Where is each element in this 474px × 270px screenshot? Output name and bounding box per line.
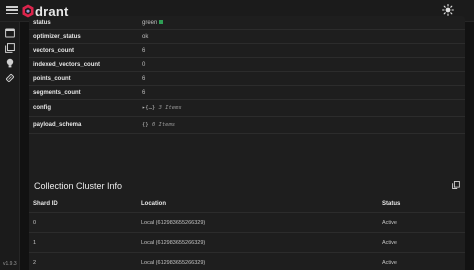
info-row-optimizer-status: optimizer_status ok: [29, 30, 465, 44]
shard-location: Local (612983655266329): [141, 220, 206, 226]
tutorial-icon[interactable]: [5, 58, 15, 68]
payload-schema-json[interactable]: {} 0 Items: [142, 122, 175, 128]
menu-icon[interactable]: [6, 4, 18, 16]
info-row-vectors-count: vectors_count 6: [29, 44, 465, 58]
table-row: 2 Local (612983655266329) Active: [29, 253, 465, 270]
card-title: Collection Cluster Info: [34, 181, 123, 191]
config-json-toggle[interactable]: ▸{…} 3 Items: [142, 105, 182, 111]
sun-icon[interactable]: [442, 4, 454, 16]
json-item-count: 3 Items: [158, 105, 182, 111]
json-collapsed-object: ▸{…}: [142, 105, 156, 111]
table-row: 0 Local (612983655266329) Active: [29, 213, 465, 233]
column-header-shard-id: Shard ID: [33, 201, 58, 207]
json-item-count: 0 Items: [151, 122, 176, 128]
shard-location: Local (612983655266329): [141, 240, 206, 246]
info-row-points-count: points_count 6: [29, 72, 465, 86]
info-row-payload-schema: payload_schema {} 0 Items: [29, 117, 465, 134]
datasets-icon[interactable]: [5, 73, 15, 83]
info-value: 0: [142, 62, 146, 68]
info-key: payload_schema: [33, 122, 82, 128]
version-label: v1.9.3: [3, 261, 17, 267]
shard-id: 1: [33, 240, 37, 246]
shard-id: 0: [33, 220, 37, 226]
console-icon[interactable]: [5, 28, 15, 38]
status-green-dot: [159, 20, 164, 25]
collections-icon[interactable]: [5, 43, 15, 53]
sidebar: v1.9.3: [0, 22, 20, 270]
json-empty-object: {}: [142, 122, 149, 128]
info-key: optimizer_status: [33, 34, 81, 40]
info-value: ok: [142, 34, 149, 40]
shard-id: 2: [33, 260, 37, 266]
info-key: config: [33, 105, 51, 111]
info-key: segments_count: [33, 90, 81, 96]
info-value: green: [142, 20, 164, 26]
shard-location: Local (612983655266329): [141, 260, 206, 266]
info-row-segments-count: segments_count 6: [29, 86, 465, 100]
shard-status: Active: [382, 240, 397, 246]
info-value: 6: [142, 48, 146, 54]
info-key: status: [33, 20, 51, 26]
collection-info-card: status green optimizer_status ok vectors…: [29, 16, 465, 182]
info-key: vectors_count: [33, 48, 75, 54]
column-header-location: Location: [141, 201, 166, 207]
shard-status: Active: [382, 260, 397, 266]
info-row-config: config ▸{…} 3 Items: [29, 100, 465, 117]
collection-cluster-info-card: Collection Cluster Info Shard ID Locatio…: [29, 172, 465, 270]
info-value: 6: [142, 76, 146, 82]
table-row: 1 Local (612983655266329) Active: [29, 233, 465, 253]
column-header-status: Status: [382, 201, 401, 207]
copy-icon[interactable]: [452, 181, 460, 189]
info-key: points_count: [33, 76, 71, 82]
info-row-indexed-vectors-count: indexed_vectors_count 0: [29, 58, 465, 72]
main-content: status green optimizer_status ok vectors…: [20, 16, 474, 270]
info-key: indexed_vectors_count: [33, 62, 101, 68]
shard-status: Active: [382, 220, 397, 226]
info-value: 6: [142, 90, 146, 96]
status-value: green: [142, 20, 158, 26]
info-row-status: status green: [29, 16, 465, 30]
